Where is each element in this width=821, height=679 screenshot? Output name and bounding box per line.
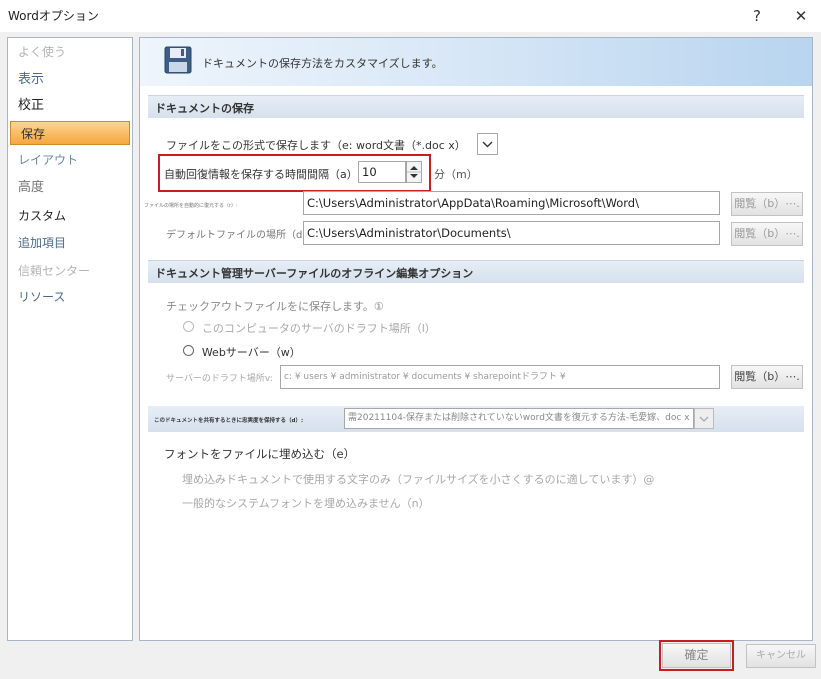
autorecover-spinner[interactable] [406, 161, 422, 183]
autorecover-location-input[interactable]: C:\Users\Administrator\AppData\Roaming\M… [303, 191, 720, 215]
section-header-save: ドキュメントの保存 [148, 95, 804, 118]
sidebar-item-proofing[interactable]: 校正 [8, 94, 132, 118]
autorecover-unit-label: 分（m） [434, 168, 478, 181]
ok-button[interactable]: 確定 [662, 643, 731, 668]
default-location-label: デフォルトファイルの場所（d: [166, 230, 306, 241]
fidelity-label: このドキュメントを共有するときに忠実度を保持する（d）: [154, 418, 304, 424]
section-header-offline: ドキュメント管理サーバーファイルのオフライン編集オプション [148, 260, 804, 283]
sidebar-item-trust-center[interactable]: 信頼センター [8, 259, 132, 283]
chevron-down-icon [482, 141, 493, 148]
autorecover-minutes-input[interactable]: 10 [358, 161, 406, 183]
help-button[interactable]: ? [737, 3, 777, 29]
sidebar-item-display[interactable]: 表示 [8, 68, 132, 92]
cancel-button[interactable]: キャンセル [746, 644, 816, 668]
radio-local-drafts[interactable]: このコンピュータのサーバのドラフト場所（l） [183, 320, 436, 336]
floppy-disk-icon [164, 46, 192, 74]
sidebar-item-save[interactable]: 保存 [10, 121, 130, 145]
fidelity-row: このドキュメントを共有するときに忠実度を保持する（d）: 需20211104-保… [148, 406, 804, 432]
sidebar-item-resources[interactable]: リソース [8, 285, 132, 309]
checkout-label: チェックアウトファイルをに保存します。① [166, 300, 384, 313]
drafts-location-input[interactable]: c: ¥ users ¥ administrator ¥ documents ¥… [280, 365, 720, 389]
autorecover-location-label: ファイルの場所を自動的に復元する（r）: [144, 203, 238, 209]
format-dropdown-button[interactable] [477, 133, 498, 155]
close-button[interactable]: ✕ [781, 3, 821, 29]
content-panel: ドキュメントの保存方法をカスタマイズします。 ドキュメントの保存 ファイルをこの… [139, 37, 813, 641]
section-title: ドキュメント管理サーバーファイルのオフライン編集オプション [155, 267, 474, 280]
spinner-arrows-icon [407, 166, 421, 178]
page-title: ドキュメントの保存方法をカスタマイズします。 [202, 57, 443, 70]
sidebar-item-layout[interactable]: レイアウト [8, 148, 132, 172]
default-location-input[interactable]: C:\Users\Administrator\Documents\ [303, 221, 720, 245]
sidebar-item-addins[interactable]: 追加項目 [8, 231, 132, 255]
fidelity-document-dropdown[interactable]: 需20211104-保存または削除されていないword文書を復元する方法-毛愛嫁… [344, 408, 694, 429]
header-banner: ドキュメントの保存方法をカスタマイズします。 [140, 38, 812, 86]
radio-web-label: Webサーバー（w） [201, 346, 301, 359]
radio-local-label: このコンピュータのサーバのドラフト場所（l） [201, 322, 436, 335]
sidebar-item-popular[interactable]: よく使う [8, 40, 132, 64]
title-bar: Wordオプション ? ✕ [0, 0, 821, 32]
embed-fonts-checkbox[interactable]: フォントをファイルに埋め込む（e） [164, 446, 355, 462]
drafts-browse-button[interactable]: 閲覧（b）⋯. [731, 365, 803, 389]
drafts-location-label: サーバーのドラフト場所v: [166, 374, 273, 384]
sidebar-item-advanced[interactable]: 高度 [8, 176, 132, 200]
radio-web-server[interactable]: Webサーバー（w） [183, 344, 301, 360]
default-browse-button[interactable]: 閲覧（b）⋯. [731, 222, 803, 246]
radio-icon [183, 345, 194, 356]
chevron-down-icon [699, 416, 709, 422]
autorecover-label: 自動回復情報を保存する時間間隔（a） [164, 168, 358, 181]
save-format-label: ファイルをこの形式で保存します（e: word文書（*.doc x） [166, 139, 466, 152]
sidebar-item-customize[interactable]: カスタム [8, 204, 132, 228]
radio-icon [183, 321, 194, 332]
sidebar: よく使う 表示 校正 保存 レイアウト 高度 カスタム 追加項目 信頼センター … [7, 37, 133, 641]
autorecover-browse-button[interactable]: 閲覧（b）⋯. [731, 192, 803, 216]
section-title: ドキュメントの保存 [155, 102, 254, 115]
embed-chars-only-option[interactable]: 埋め込みドキュメントで使用する文字のみ（ファイルサイズを小さくするのに適していま… [182, 471, 654, 487]
window-title: Wordオプション [8, 9, 99, 23]
no-system-fonts-option[interactable]: 一般的なシステムフォントを埋め込みません（n） [182, 495, 430, 511]
fidelity-dropdown-button[interactable] [694, 408, 714, 429]
